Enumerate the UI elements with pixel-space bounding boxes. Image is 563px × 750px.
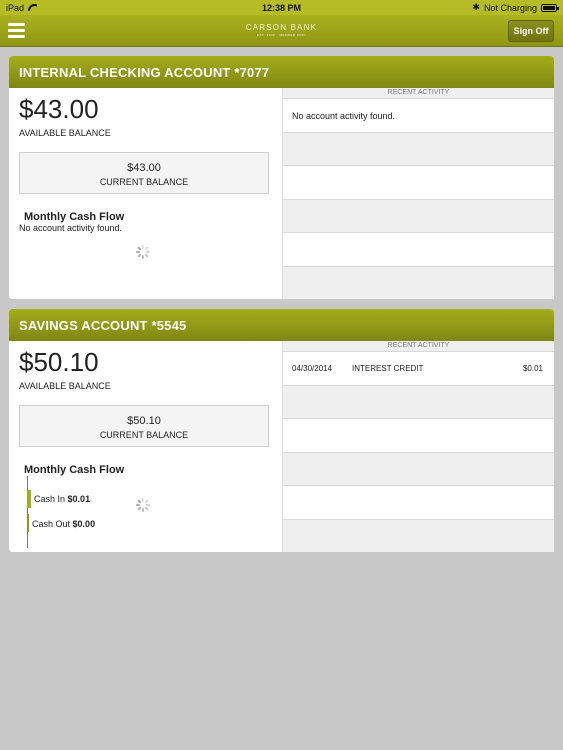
bank-logo: CARSON BANK EST. 1906 · MEMBER FDIC xyxy=(0,23,563,37)
cash-out-label: Cash Out $0.00 xyxy=(32,519,95,529)
cash-flow-title: Monthly Cash Flow xyxy=(24,211,125,223)
account-title[interactable]: INTERNAL CHECKING ACCOUNT *7077 xyxy=(9,56,554,88)
available-balance-value: $43.00 xyxy=(19,94,99,124)
spinner-spoke xyxy=(137,246,142,251)
account-body: $43.00 AVAILABLE BALANCE $43.00 CURRENT … xyxy=(9,88,554,299)
list-item xyxy=(283,232,554,266)
spinner-spoke xyxy=(144,499,149,504)
available-balance-label: AVAILABLE BALANCE xyxy=(19,381,111,391)
chart-axis xyxy=(27,476,28,548)
battery-icon xyxy=(541,3,559,12)
recent-activity-pane: RECENT ACTIVITY 04/30/2014 INTEREST CRED… xyxy=(282,341,554,552)
spinner-spoke xyxy=(144,506,149,511)
cash-in-bar xyxy=(27,490,31,508)
list-item xyxy=(283,418,554,452)
loading-spinner-icon xyxy=(136,498,150,512)
nav-bar: CARSON BANK EST. 1906 · MEMBER FDIC Sign… xyxy=(0,15,563,47)
cash-out-text: Cash Out xyxy=(32,519,71,529)
list-item xyxy=(283,165,554,199)
transaction-description: INTEREST CREDIT xyxy=(352,364,424,373)
cash-in-label: Cash In $0.01 xyxy=(34,494,90,504)
status-bar: iPad 12:38 PM ✱ Not Charging xyxy=(0,0,563,15)
current-balance-box: $43.00 CURRENT BALANCE xyxy=(19,152,269,194)
wifi-icon xyxy=(28,4,37,11)
spinner-spoke xyxy=(136,504,140,506)
list-item xyxy=(283,384,554,418)
balance-pane: $43.00 AVAILABLE BALANCE $43.00 CURRENT … xyxy=(9,88,282,299)
spinner-spoke xyxy=(136,251,140,253)
list-item xyxy=(283,131,554,165)
status-left: iPad xyxy=(6,3,37,13)
current-balance-label: CURRENT BALANCE xyxy=(99,430,189,440)
current-balance-box: $50.10 CURRENT BALANCE xyxy=(19,405,269,447)
current-balance-value: $43.00 xyxy=(127,162,161,174)
list-item: No account activity found. xyxy=(283,98,554,132)
status-right: ✱ Not Charging xyxy=(472,2,559,13)
available-balance-label: AVAILABLE BALANCE xyxy=(19,128,111,138)
cash-flow-title: Monthly Cash Flow xyxy=(24,464,125,476)
cash-flow-message: No account activity found. xyxy=(19,223,123,233)
available-balance-value: $50.10 xyxy=(19,347,99,377)
current-balance-label: CURRENT BALANCE xyxy=(99,177,189,187)
spinner-spoke xyxy=(142,508,144,512)
transaction-amount: $0.01 xyxy=(522,364,543,373)
account-title[interactable]: SAVINGS ACCOUNT *5545 xyxy=(9,309,554,341)
spinner-spoke xyxy=(146,504,150,506)
spinner-spoke xyxy=(142,255,144,259)
cash-in-text: Cash In xyxy=(34,494,66,504)
balance-pane: $50.10 AVAILABLE BALANCE $50.10 CURRENT … xyxy=(9,341,282,552)
list-item xyxy=(283,485,554,519)
account-card-checking[interactable]: INTERNAL CHECKING ACCOUNT *7077 $43.00 A… xyxy=(9,56,554,299)
list-item xyxy=(283,265,554,299)
loading-spinner-icon xyxy=(136,245,150,259)
list-item xyxy=(283,198,554,232)
logo-subtext: EST. 1906 · MEMBER FDIC xyxy=(256,33,306,37)
account-body: $50.10 AVAILABLE BALANCE $50.10 CURRENT … xyxy=(9,341,554,552)
list-item xyxy=(283,451,554,485)
account-card-savings[interactable]: SAVINGS ACCOUNT *5545 $50.10 AVAILABLE B… xyxy=(9,309,554,552)
current-balance-value: $50.10 xyxy=(127,415,161,427)
charging-status: Not Charging xyxy=(483,2,537,13)
spinner-spoke xyxy=(144,253,149,258)
spinner-spoke xyxy=(137,253,142,258)
cash-out-bar xyxy=(27,514,29,532)
recent-activity-label: RECENT ACTIVITY xyxy=(283,88,554,98)
bluetooth-icon: ✱ xyxy=(472,2,480,12)
cash-flow-chart: Cash In $0.01 Cash Out $0.00 xyxy=(26,476,146,548)
recent-activity-label: RECENT ACTIVITY xyxy=(283,341,554,351)
cash-out-value: $0.00 xyxy=(72,519,96,529)
spinner-spoke xyxy=(137,499,142,504)
spinner-spoke xyxy=(144,246,149,251)
cash-in-value: $0.01 xyxy=(67,494,91,504)
device-name: iPad xyxy=(6,2,25,13)
recent-activity-message: No account activity found. xyxy=(292,111,396,121)
transaction-date: 04/30/2014 xyxy=(292,364,333,373)
spinner-spoke xyxy=(146,251,150,253)
table-row[interactable]: 04/30/2014 INTEREST CREDIT $0.01 xyxy=(283,351,554,385)
list-item xyxy=(283,518,554,552)
sign-off-button[interactable]: Sign Off xyxy=(508,20,554,42)
logo-text: CARSON BANK xyxy=(245,23,318,32)
spinner-spoke xyxy=(137,506,142,511)
recent-activity-pane: RECENT ACTIVITY No account activity foun… xyxy=(282,88,554,299)
